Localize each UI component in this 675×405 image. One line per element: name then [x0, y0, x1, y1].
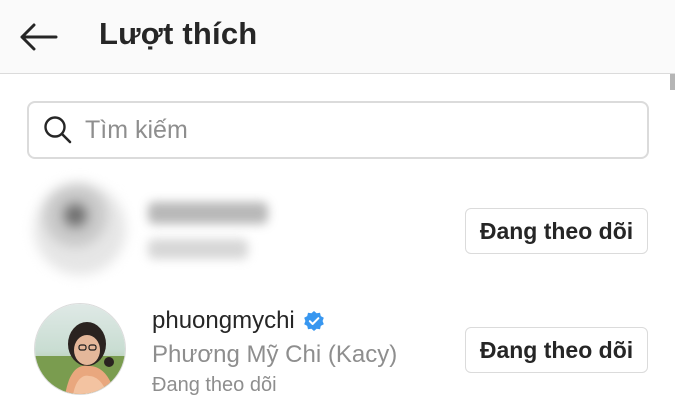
avatar-photo	[35, 304, 125, 394]
blurred-full-name	[148, 239, 248, 259]
back-button[interactable]	[14, 17, 62, 57]
page-title: Lượt thích	[99, 16, 258, 51]
search-icon	[43, 114, 75, 146]
username-text: phuongmychi	[152, 307, 295, 334]
username[interactable]: phuongmychi	[152, 307, 325, 335]
top-bar: Lượt thích	[0, 0, 675, 74]
following-button[interactable]: Đang theo dõi	[465, 208, 648, 254]
search-input[interactable]	[85, 115, 585, 145]
search-bar[interactable]	[27, 101, 649, 159]
arrow-left-icon	[20, 23, 58, 51]
avatar[interactable]	[34, 183, 126, 275]
follow-status: Đang theo dõi	[152, 374, 277, 396]
scrollbar[interactable]	[670, 74, 675, 90]
avatar[interactable]	[34, 303, 126, 395]
following-button[interactable]: Đang theo dõi	[465, 327, 648, 373]
blurred-username	[148, 202, 268, 224]
full-name: Phương Mỹ Chi (Kacy)	[152, 341, 398, 368]
verified-badge-icon	[303, 310, 325, 332]
list-item[interactable]: Đang theo dõi	[0, 183, 675, 283]
list-item[interactable]: phuongmychi Phương Mỹ Chi (Kacy) Đang th…	[0, 298, 675, 398]
